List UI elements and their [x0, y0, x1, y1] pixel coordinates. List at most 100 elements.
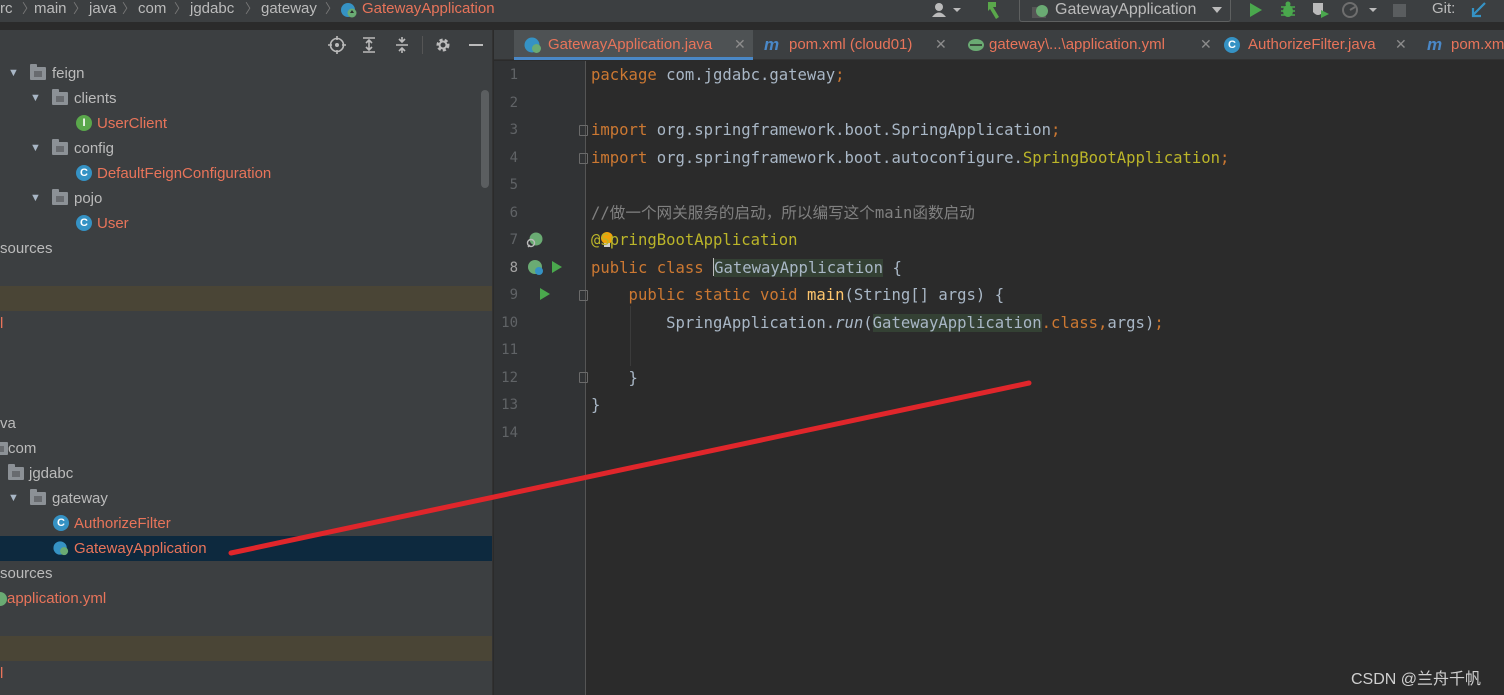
tree-item-authorizefilter[interactable]: C AuthorizeFilter: [0, 511, 492, 536]
tab-application-yml[interactable]: gateway\...\application.yml ✕: [963, 30, 1215, 60]
user-dropdown-icon[interactable]: [928, 0, 964, 20]
code-line[interactable]: @SpringBootApplication: [591, 227, 798, 254]
breadcrumb-current[interactable]: GatewayApplication: [362, 0, 495, 20]
expand-all-icon[interactable]: [360, 36, 378, 54]
tree-item-label: com: [8, 440, 37, 457]
coverage-icon[interactable]: [1310, 0, 1332, 20]
debug-icon[interactable]: [1278, 0, 1298, 20]
settings-icon[interactable]: [434, 36, 452, 54]
hide-icon[interactable]: [467, 36, 485, 54]
fold-marker-icon[interactable]: [579, 372, 588, 383]
stop-icon[interactable]: [1391, 0, 1407, 20]
code-token: }: [591, 396, 601, 414]
code-token: (String[] args) {: [844, 286, 1005, 304]
close-icon[interactable]: ✕: [1395, 30, 1407, 59]
run-gutter-icon[interactable]: [551, 260, 563, 274]
code-line[interactable]: package com.jgdabc.gateway;: [591, 62, 845, 89]
tree-item-feign[interactable]: ▼ feign: [0, 61, 492, 86]
spring-bean-run-icon[interactable]: [526, 258, 544, 276]
fold-marker-icon[interactable]: [579, 125, 588, 136]
tree-item-gateway[interactable]: ▼ gateway: [0, 486, 492, 511]
breadcrumb-item[interactable]: com: [138, 0, 166, 20]
vertical-scrollbar[interactable]: [481, 90, 489, 188]
run-configuration-select[interactable]: GatewayApplication: [1019, 0, 1231, 22]
tab-pom-xml-cloud01[interactable]: m pom.xml (cloud01) ✕: [760, 30, 950, 60]
tree-item-label: GatewayApplication: [74, 540, 207, 557]
project-panel-toolbar: [0, 30, 492, 60]
tree-item-user[interactable]: C User: [0, 211, 492, 236]
toolbar-divider: [422, 36, 423, 54]
code-token: //做一个网关服务的启动，所以编写这个main函数启动: [591, 203, 975, 222]
code-line[interactable]: import org.springframework.boot.SpringAp…: [591, 117, 1060, 144]
project-tool-window: ▼ feign ▼ clients I UserClient ▼ config …: [0, 30, 492, 695]
editor-gutter: 1 2 3 4 5 6 7 8 9 10 11 12 13 14: [494, 61, 586, 695]
breadcrumb-item[interactable]: java: [89, 0, 117, 20]
code-token: public class: [591, 258, 714, 277]
build-hammer-icon[interactable]: [982, 0, 1006, 20]
line-number: 6: [509, 204, 518, 221]
tree-item-jgdabc[interactable]: jgdabc: [0, 461, 492, 486]
breadcrumb-item[interactable]: main: [34, 0, 67, 20]
tab-pom-xml[interactable]: m pom.xm: [1425, 30, 1504, 60]
code-token: org.springframework.boot.autoconfigure.: [647, 148, 1023, 167]
line-number: 3: [509, 122, 518, 138]
run-gutter-icon[interactable]: [539, 287, 551, 301]
close-icon[interactable]: ✕: [734, 30, 746, 59]
vcs-update-icon[interactable]: [1468, 0, 1490, 20]
tree-item-resources[interactable]: sources: [0, 561, 492, 586]
tab-label: GatewayApplication.java: [548, 36, 713, 53]
tree-item-label: gateway: [52, 490, 108, 507]
close-icon[interactable]: ✕: [935, 30, 947, 59]
tree-item-resources[interactable]: sources: [0, 236, 492, 261]
tab-gatewayapplication-java[interactable]: GatewayApplication.java ✕: [514, 30, 753, 60]
tree-highlight-band: [0, 286, 492, 311]
code-line[interactable]: }: [591, 365, 638, 392]
tree-item-defaultfeignconfiguration[interactable]: C DefaultFeignConfiguration: [0, 161, 492, 186]
tree-item-config[interactable]: ▼ config: [0, 136, 492, 161]
tree-item-label: AuthorizeFilter: [74, 515, 171, 532]
run-icon[interactable]: [1246, 0, 1266, 20]
tree-item-java[interactable]: va: [0, 411, 492, 436]
code-token: @SpringBootApplication: [591, 231, 798, 249]
close-icon[interactable]: ✕: [1200, 30, 1212, 59]
tree-item-label: l: [0, 665, 4, 682]
tree-item-label: DefaultFeignConfiguration: [97, 165, 272, 182]
locate-icon[interactable]: [328, 36, 346, 54]
tree-item-partial[interactable]: l: [0, 661, 492, 686]
tab-authorizefilter-java[interactable]: C AuthorizeFilter.java ✕: [1224, 30, 1409, 60]
breadcrumb-item[interactable]: jgdabc: [190, 0, 234, 20]
folder-icon: [52, 139, 68, 155]
fold-marker-icon[interactable]: [579, 153, 588, 164]
yml-file-icon: [968, 39, 984, 51]
fold-marker-icon[interactable]: [579, 290, 588, 301]
code-token: main: [806, 286, 845, 304]
code-token: ;: [1220, 148, 1230, 167]
code-editor[interactable]: 1 2 3 4 5 6 7 8 9 10 11 12 13 14 package com.jgdabc.g…: [494, 61, 1504, 695]
breadcrumb-item[interactable]: gateway: [261, 0, 317, 20]
tree-item-partial[interactable]: l: [0, 311, 492, 336]
collapse-all-icon[interactable]: [393, 36, 411, 54]
code-line[interactable]: }: [591, 392, 600, 419]
spring-boot-class-icon: [53, 541, 69, 556]
tab-label: pom.xml (cloud01): [789, 36, 913, 53]
code-line[interactable]: //做一个网关服务的启动，所以编写这个main函数启动: [591, 200, 975, 227]
breadcrumb-separator: 〉: [245, 1, 259, 16]
spring-bean-navigate-icon[interactable]: [526, 231, 544, 249]
breadcrumb-item[interactable]: rc: [0, 0, 13, 20]
maven-icon: m: [764, 35, 780, 54]
tree-item-userclient[interactable]: I UserClient: [0, 111, 492, 136]
code-line[interactable]: public static void main(String[] args) {: [591, 282, 1005, 309]
tree-item-gatewayapplication[interactable]: GatewayApplication: [0, 536, 492, 561]
tree-highlight-band: [0, 636, 492, 661]
tree-item-application-yml[interactable]: application.yml: [0, 586, 492, 611]
profile-icon[interactable]: [1340, 0, 1380, 20]
code-line[interactable]: SpringApplication.run(GatewayApplication…: [591, 310, 1164, 337]
folder-icon: [8, 464, 24, 480]
line-number: 8: [509, 259, 518, 276]
tree-item-clients[interactable]: ▼ clients: [0, 86, 492, 111]
code-line[interactable]: public class GatewayApplication {: [591, 255, 902, 282]
tree-item-com[interactable]: com: [0, 436, 492, 461]
tree-item-pojo[interactable]: ▼ pojo: [0, 186, 492, 211]
code-line[interactable]: import org.springframework.boot.autoconf…: [591, 145, 1229, 172]
